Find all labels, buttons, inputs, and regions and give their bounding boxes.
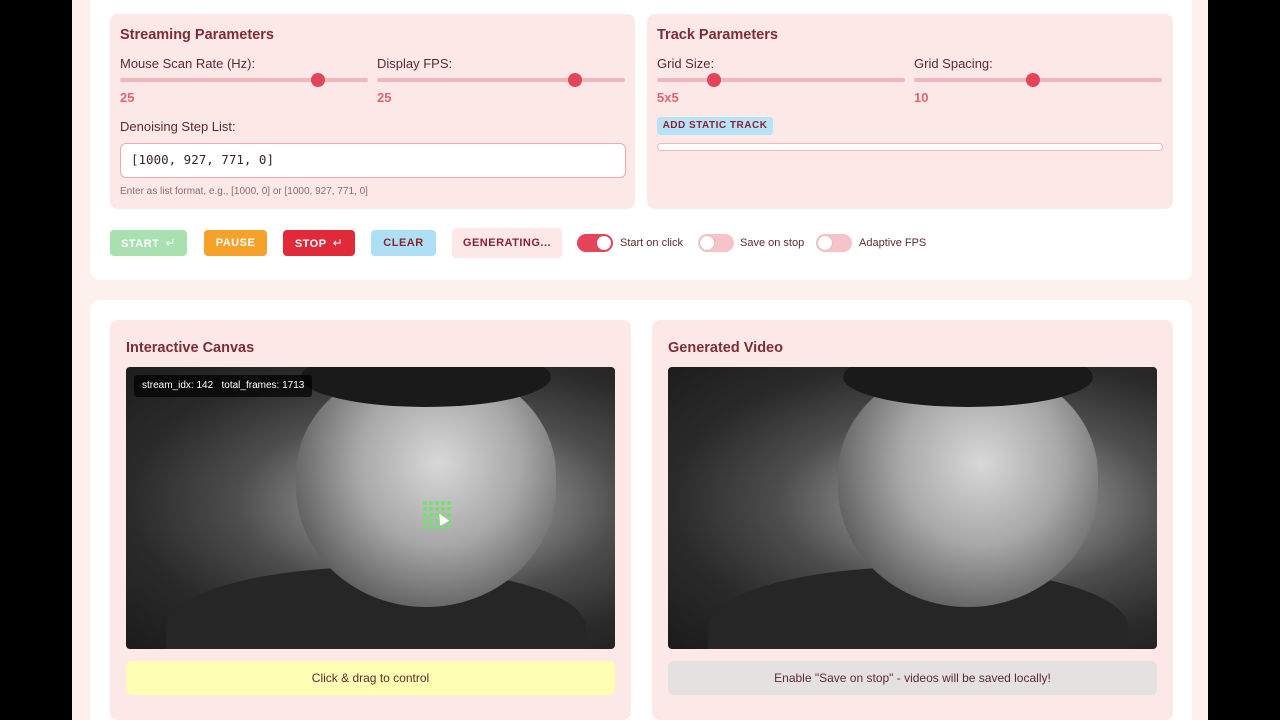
adaptive-fps-toggle[interactable] — [816, 234, 852, 252]
track-parameters-panel: Track Parameters Grid Size: 5x5 Grid Spa… — [647, 14, 1173, 209]
stop-button-label: STOP — [294, 238, 327, 250]
total-frames-text: total_frames: 1713 — [221, 380, 305, 391]
add-static-track-button[interactable]: ADD STATIC TRACK — [657, 117, 773, 135]
grid-spacing-slider[interactable] — [914, 73, 1162, 87]
interactive-canvas-panel: Interactive Canvas stream_idx: 142 total… — [110, 320, 631, 720]
mouse-scan-rate-slider[interactable] — [120, 73, 368, 87]
controls-card: Streaming Parameters Mouse Scan Rate (Hz… — [90, 0, 1192, 280]
grid-size-slider[interactable] — [657, 73, 905, 87]
display-fps-value: 25 — [377, 90, 392, 105]
start-on-click-toggle[interactable] — [577, 234, 613, 252]
video-card: Interactive Canvas stream_idx: 142 total… — [90, 300, 1192, 720]
stream-idx-text: stream_idx: 142 — [142, 380, 214, 391]
mouse-scan-rate-thumb[interactable] — [311, 73, 326, 87]
display-fps-thumb[interactable] — [568, 73, 583, 87]
interactive-canvas[interactable]: stream_idx: 142 total_frames: 1713 — [126, 367, 615, 649]
display-fps-label: Display FPS: — [377, 56, 453, 71]
pause-button[interactable]: PAUSE — [204, 230, 267, 256]
start-button-label: START — [121, 238, 160, 250]
denoising-step-list-input[interactable]: [1000, 927, 771, 0] — [120, 143, 626, 178]
mouse-scan-rate-value: 25 — [120, 90, 135, 105]
stream-stats-overlay: stream_idx: 142 total_frames: 1713 — [134, 375, 313, 397]
denoising-step-list-label: Denoising Step List: — [120, 119, 236, 134]
track-parameters-title: Track Parameters — [657, 27, 778, 43]
streaming-parameters-panel: Streaming Parameters Mouse Scan Rate (Hz… — [110, 14, 635, 209]
start-button[interactable]: START ↵ — [110, 230, 187, 256]
app-page: Streaming Parameters Mouse Scan Rate (Hz… — [72, 0, 1208, 720]
start-on-click-label: Start on click — [620, 237, 683, 249]
grid-size-value: 5x5 — [657, 90, 679, 105]
enter-icon: ↵ — [165, 236, 176, 250]
grid-size-label: Grid Size: — [657, 56, 715, 71]
save-on-stop-label: Save on stop — [740, 237, 805, 249]
toggle-knob — [700, 236, 714, 250]
streaming-parameters-title: Streaming Parameters — [120, 27, 274, 43]
stop-button[interactable]: STOP ↵ — [283, 230, 355, 256]
clear-button[interactable]: CLEAR — [371, 230, 436, 256]
generating-button[interactable]: GENERATING... — [452, 228, 562, 258]
generated-video-panel: Generated Video Enable "Save on stop" - … — [652, 320, 1173, 720]
grid-spacing-thumb[interactable] — [1026, 73, 1041, 87]
save-note-banner: Enable "Save on stop" - videos will be s… — [668, 661, 1157, 695]
adaptive-fps-label: Adaptive FPS — [859, 237, 927, 249]
enter-icon: ↵ — [332, 236, 344, 250]
save-on-stop-toggle[interactable] — [698, 234, 734, 252]
grid-spacing-value: 10 — [914, 90, 929, 105]
display-fps-slider[interactable] — [377, 73, 625, 87]
toggle-knob — [597, 236, 611, 250]
canvas-hint-banner: Click & drag to control — [126, 661, 615, 695]
interactive-canvas-title: Interactive Canvas — [126, 340, 255, 356]
grid-size-thumb[interactable] — [707, 73, 722, 87]
track-progress-bar — [657, 143, 1163, 151]
mouse-scan-rate-label: Mouse Scan Rate (Hz): — [120, 56, 256, 71]
generated-video-title: Generated Video — [668, 340, 783, 356]
denoising-step-list-hint: Enter as list format, e.g., [1000, 0] or… — [120, 186, 368, 197]
toggle-knob — [818, 236, 832, 250]
grid-spacing-label: Grid Spacing: — [914, 56, 993, 71]
generated-video-player[interactable] — [668, 367, 1157, 649]
